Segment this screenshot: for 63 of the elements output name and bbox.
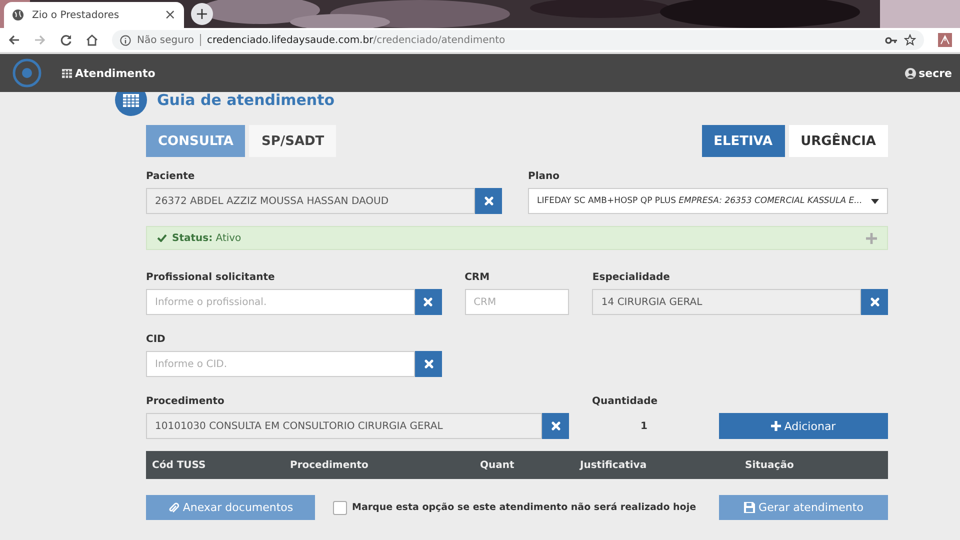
clear-button[interactable] (542, 413, 569, 439)
star-icon[interactable] (904, 34, 916, 46)
atendimento-menu[interactable]: Atendimento (75, 66, 156, 80)
patient-field[interactable]: 26372 ABDEL AZZIZ MOUSSA HASSAN DAOUD (146, 188, 475, 214)
extension-icon[interactable] (938, 33, 952, 47)
type-tab[interactable]: URGÊNCIA (788, 125, 888, 157)
user-icon (904, 68, 916, 78)
cid-field[interactable]: Informe o CID. (146, 351, 415, 377)
user-name[interactable]: secre (918, 66, 952, 80)
calendar-icon (62, 68, 72, 78)
field-label: CID (146, 334, 166, 345)
column-header: Procedimento (290, 460, 370, 470)
professional-field[interactable]: Informe o profissional. (146, 289, 415, 315)
field-label: Procedimento (146, 396, 226, 407)
column-header: Quant (480, 460, 516, 470)
clear-icon (550, 421, 560, 431)
clear-button[interactable] (415, 351, 442, 377)
checkbox-label: Marque esta opção se este atendimento não será realizado hoje (352, 502, 696, 513)
key-icon[interactable] (885, 36, 898, 44)
url-host: credenciado.lifedaysaude.com.br (206, 34, 374, 46)
clear-button[interactable] (414, 289, 442, 315)
column-header: Cód TUSS (152, 460, 207, 470)
back-icon[interactable] (8, 34, 20, 46)
field-label: Paciente (146, 171, 196, 182)
address-bar[interactable]: Não seguro credenciado.lifedaysaude.com.br/credenciado/atendimento (112, 30, 924, 50)
globe-icon (12, 9, 24, 21)
clear-button[interactable] (861, 289, 888, 315)
reload-icon[interactable] (60, 34, 72, 46)
check-icon (157, 234, 167, 242)
info-icon (120, 34, 131, 46)
type-tab[interactable]: ELETIVA (702, 125, 785, 157)
field-label: Especialidade (592, 272, 671, 283)
table-icon (115, 92, 147, 116)
home-icon[interactable] (86, 34, 98, 46)
plan-dropdown[interactable]: LIFEDAY SC AMB+HOSP QP PLUS EMPRESA: 26353 COMERCIAL KASSULA E... (528, 188, 888, 214)
security-label: Não seguro (137, 34, 194, 46)
close-tab-button[interactable]: × (164, 7, 176, 23)
page-title: Guia de atendimento (157, 92, 335, 109)
field-label: CRM (464, 272, 491, 283)
crm-field[interactable]: CRM (464, 289, 570, 315)
clear-icon (423, 297, 434, 307)
clear-icon (484, 196, 494, 206)
column-header: Justificativa (580, 460, 648, 470)
url-path: /credenciado/atendimento (373, 34, 506, 46)
caret-icon (871, 198, 879, 204)
clear-button[interactable] (475, 188, 502, 214)
quantity-value: 1 (640, 420, 648, 434)
plus-icon (771, 421, 782, 431)
field-label: Quantidade (592, 396, 659, 407)
type-tab[interactable]: SP/SADT (249, 125, 336, 157)
save-icon (744, 502, 755, 513)
clear-icon (870, 297, 880, 307)
tab-title[interactable]: Zio o Prestadores (32, 10, 156, 20)
column-header: Situação (745, 460, 795, 470)
clear-icon (424, 359, 434, 369)
procedure-field[interactable]: 10101030 CONSULTA EM CONSULTORIO CIRURGIA GERAL (146, 413, 542, 439)
checkbox[interactable] (333, 500, 347, 514)
add-button[interactable]: Adicionar (719, 413, 888, 439)
paperclip-icon (168, 502, 179, 514)
specialty-field[interactable]: 14 CIRURGIA GERAL (592, 289, 861, 315)
field-label: Plano (528, 171, 560, 182)
field-label: Profissional solicitante (146, 272, 276, 283)
status-text: Status: Ativo (172, 232, 242, 244)
